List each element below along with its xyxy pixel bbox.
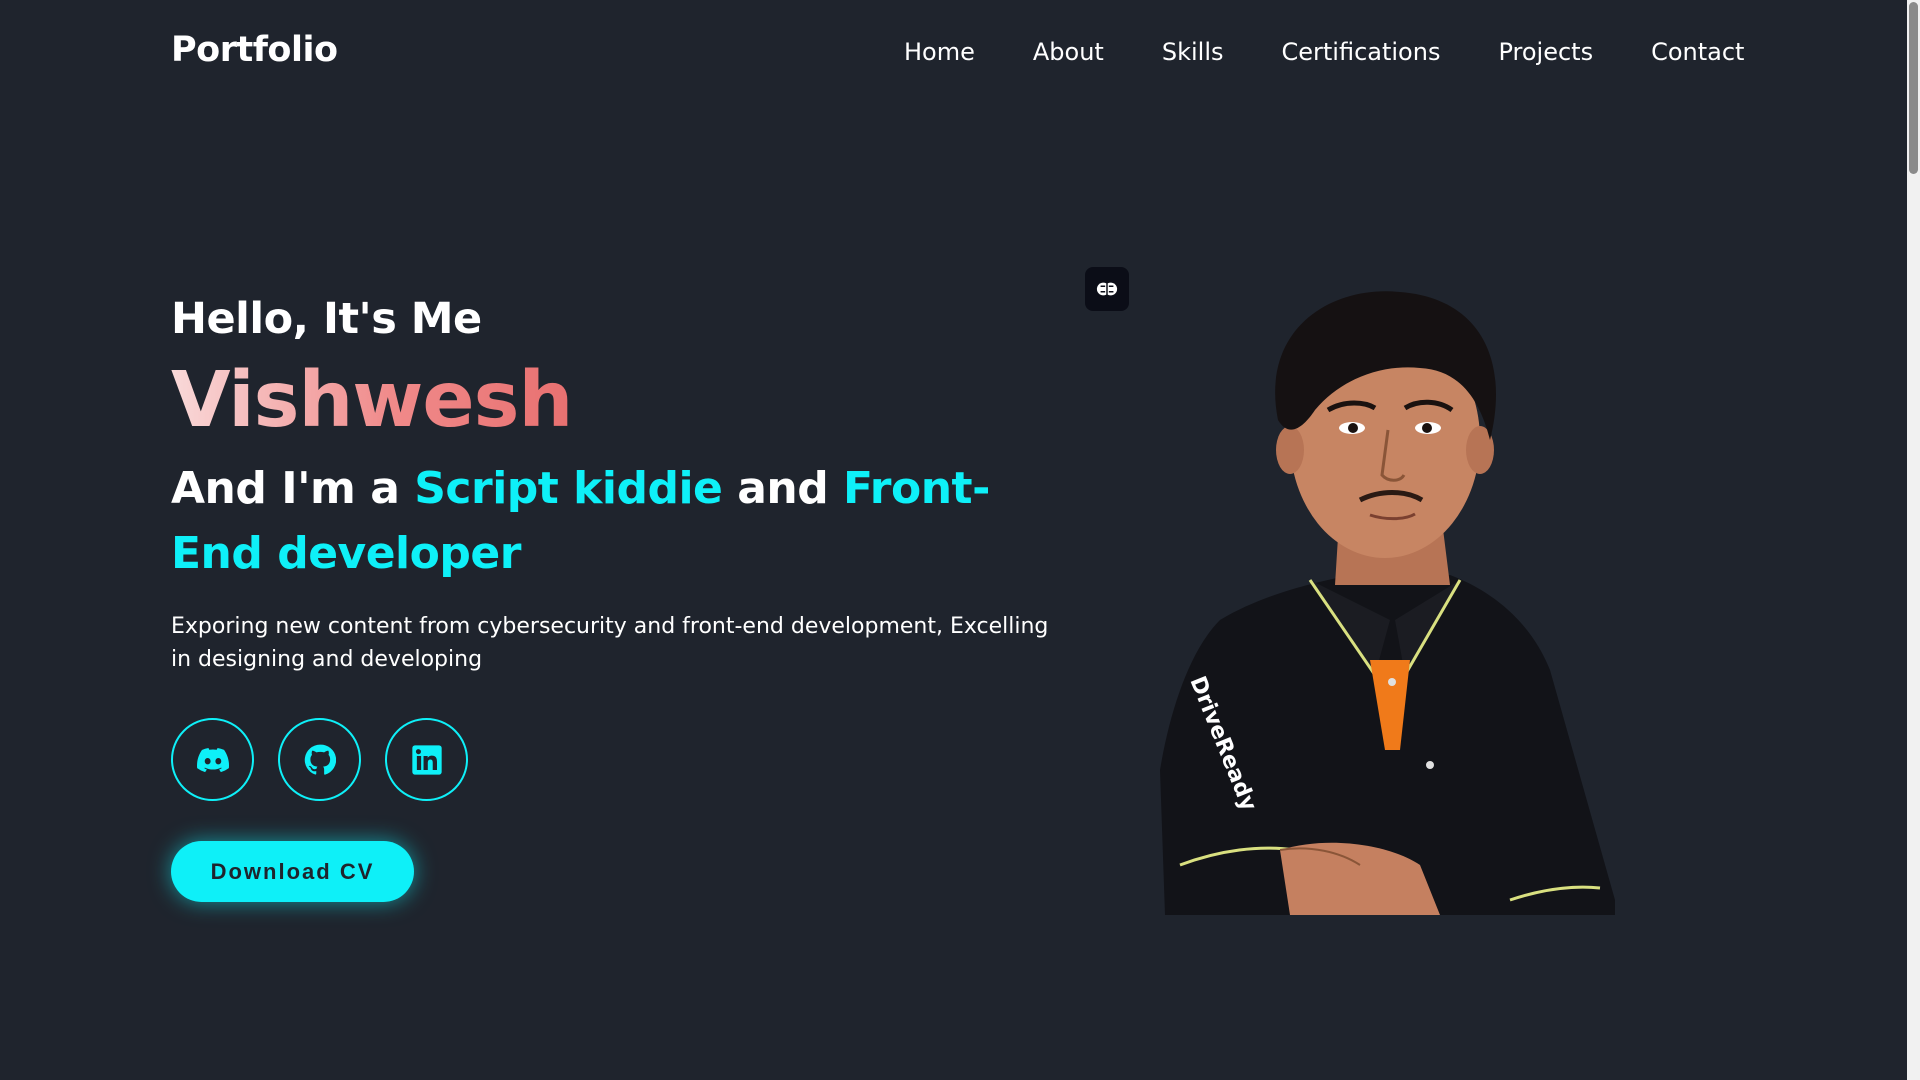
linkedin-icon xyxy=(411,744,442,775)
brain-icon xyxy=(1096,281,1118,297)
nav-skills[interactable]: Skills xyxy=(1162,38,1224,66)
site-logo[interactable]: Portfolio xyxy=(171,30,338,70)
scrollbar-thumb[interactable] xyxy=(1909,2,1918,174)
github-icon xyxy=(304,744,336,775)
main-nav: Home About Skills Certifications Project… xyxy=(904,38,1744,66)
download-cv-button[interactable]: Download CV xyxy=(171,841,414,902)
linkedin-link[interactable] xyxy=(385,718,468,801)
tagline-prefix: And I'm a xyxy=(171,463,415,514)
brain-badge[interactable] xyxy=(1085,267,1129,311)
hero-greeting: Hello, It's Me xyxy=(171,294,482,344)
github-link[interactable] xyxy=(278,718,361,801)
nav-projects[interactable]: Projects xyxy=(1498,38,1593,66)
vertical-scrollbar[interactable] xyxy=(1907,0,1920,1080)
hero-tagline: And I'm a Script kiddie and Front-End de… xyxy=(171,456,1041,586)
page: Portfolio Home About Skills Certificatio… xyxy=(0,0,1920,1080)
role-script-kiddie: Script kiddie xyxy=(414,463,723,514)
nav-home[interactable]: Home xyxy=(904,38,975,66)
discord-link[interactable] xyxy=(171,718,254,801)
nav-certifications[interactable]: Certifications xyxy=(1281,38,1440,66)
discord-icon xyxy=(196,747,229,772)
social-links xyxy=(171,718,492,801)
tagline-mid: and xyxy=(722,463,844,514)
nav-about[interactable]: About xyxy=(1033,38,1104,66)
profile-photo: DriveReady xyxy=(1160,291,1615,915)
nav-contact[interactable]: Contact xyxy=(1651,38,1744,66)
hero-name: Vishwesh xyxy=(171,356,573,445)
hero-description: Exporing new content from cybersecurity … xyxy=(171,614,1049,672)
